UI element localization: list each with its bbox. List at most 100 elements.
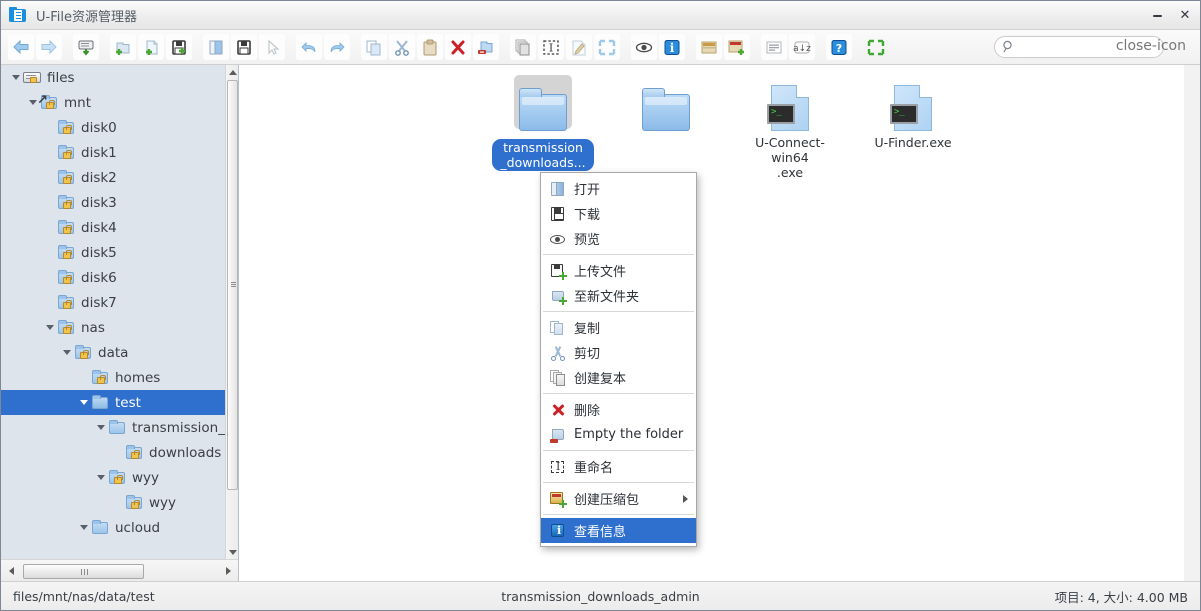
sidebar-vertical-scrollbar[interactable]: [225, 65, 238, 559]
menu-rename[interactable]: 重命名: [541, 454, 696, 479]
new-folder-button[interactable]: [110, 34, 136, 60]
chevron-down-icon[interactable]: [94, 421, 107, 434]
preview-button[interactable]: [631, 34, 657, 60]
new-file-button[interactable]: [138, 34, 164, 60]
menu-duplicate[interactable]: 创建复本: [541, 365, 696, 390]
close-button[interactable]: ✕: [1176, 7, 1194, 25]
tree-item-disk6[interactable]: disk6: [1, 265, 225, 290]
tree-item-nas[interactable]: nas: [1, 315, 225, 340]
tree-item-disk3[interactable]: disk3: [1, 190, 225, 215]
back-button[interactable]: [8, 34, 34, 60]
sort-button[interactable]: a↓z: [789, 34, 815, 60]
file-item-folder-2[interactable]: [611, 73, 721, 135]
menu-download[interactable]: 下载: [541, 201, 696, 226]
folder-lock-icon: [57, 119, 76, 136]
delete-button[interactable]: [445, 34, 471, 60]
folder-lock-icon: [91, 369, 110, 386]
tree-item-disk2[interactable]: disk2: [1, 165, 225, 190]
menu-view-info[interactable]: 查看信息: [541, 518, 696, 543]
menu-delete[interactable]: 删除: [541, 397, 696, 422]
sidebar-horizontal-scrollbar[interactable]: [1, 559, 238, 581]
empty-folder-button[interactable]: [473, 34, 499, 60]
tree-item-downloads[interactable]: downloads: [1, 440, 225, 465]
folder-lock-icon: [57, 169, 76, 186]
paste-button[interactable]: [417, 34, 443, 60]
help-button[interactable]: ?: [826, 34, 852, 60]
scroll-down-icon[interactable]: [226, 545, 238, 559]
menu-to-new-folder[interactable]: 至新文件夹: [541, 283, 696, 308]
tree-item-disk7[interactable]: disk7: [1, 290, 225, 315]
edit-button[interactable]: [566, 34, 592, 60]
menu-open[interactable]: 打开: [541, 176, 696, 201]
minimize-button[interactable]: [1148, 7, 1166, 25]
menu-copy[interactable]: 复制: [541, 315, 696, 340]
horizontal-scroll-thumb[interactable]: [23, 564, 144, 579]
tree-item-disk4[interactable]: disk4: [1, 215, 225, 240]
menu-item-label: 上传文件: [574, 265, 627, 280]
menu-preview[interactable]: 预览: [541, 226, 696, 251]
undo-button[interactable]: [296, 34, 322, 60]
save-button[interactable]: [166, 34, 192, 60]
clear-search-icon[interactable]: close-icon: [1116, 39, 1186, 53]
tree-item-homes[interactable]: homes: [1, 365, 225, 390]
tree-item-disk0[interactable]: disk0: [1, 115, 225, 140]
tree-item-wyy[interactable]: wyy: [1, 465, 225, 490]
folder-lock-icon: [57, 269, 76, 286]
toolbar-group-sort: a↓z: [760, 34, 816, 60]
menu-item-label: 至新文件夹: [574, 290, 640, 305]
chevron-down-icon[interactable]: [94, 471, 107, 484]
rename-button[interactable]: I: [538, 34, 564, 60]
chevron-down-icon[interactable]: [43, 321, 56, 334]
chevron-down-icon[interactable]: [77, 521, 90, 534]
tree-item-disk1[interactable]: disk1: [1, 140, 225, 165]
info-button[interactable]: i: [659, 34, 685, 60]
download-button[interactable]: [231, 34, 257, 60]
menu-upload-file[interactable]: 上传文件: [541, 258, 696, 283]
menu-create-archive[interactable]: 创建压缩包: [541, 486, 696, 511]
mount-button[interactable]: [73, 34, 99, 60]
chevron-down-icon[interactable]: [60, 346, 73, 359]
open-button[interactable]: [203, 34, 229, 60]
cut-button[interactable]: [389, 34, 415, 60]
list-view-button[interactable]: [761, 34, 787, 60]
tree-item-disk5[interactable]: disk5: [1, 240, 225, 265]
menu-item-label: 打开: [574, 183, 601, 198]
toolbar-group-clipboard: [360, 34, 500, 60]
tree-item-wyy[interactable]: wyy: [1, 490, 225, 515]
menu-cut[interactable]: 剪切: [541, 340, 696, 365]
tree-item-mnt[interactable]: ↗ mnt: [1, 90, 225, 115]
create-archive-button[interactable]: [724, 34, 750, 60]
tree-item-files[interactable]: files: [1, 65, 225, 90]
tree-item-ucloud[interactable]: ucloud: [1, 515, 225, 540]
copy-button[interactable]: [361, 34, 387, 60]
file-list-pane[interactable]: transmission_downloads... U-Connect-win6…: [239, 65, 1184, 581]
duplicate-icon: [550, 369, 566, 386]
scroll-up-icon[interactable]: [226, 65, 238, 79]
tree-item-transmission_downloads[interactable]: transmission_downloads: [1, 415, 225, 440]
pointer-button[interactable]: [259, 34, 285, 60]
forward-button[interactable]: [36, 34, 62, 60]
duplicate-button[interactable]: [510, 34, 536, 60]
scroll-right-icon[interactable]: [221, 564, 235, 578]
status-summary: 项目: 4, 大小: 4.00 MB: [1054, 589, 1188, 605]
file-item-folder-selected[interactable]: transmission _downloads...: [488, 73, 598, 171]
folder-icon: [611, 73, 721, 131]
chevron-down-icon[interactable]: [77, 396, 90, 409]
select-all-button[interactable]: [594, 34, 620, 60]
redo-button[interactable]: [324, 34, 350, 60]
tree-item-data[interactable]: data: [1, 340, 225, 365]
chevron-down-icon[interactable]: [9, 71, 22, 84]
archive-button[interactable]: [696, 34, 722, 60]
file-item-u-finder[interactable]: U-Finder.exe: [858, 73, 968, 150]
menu-empty-folder[interactable]: Empty the folder: [541, 422, 696, 447]
menu-item-label: 创建复本: [574, 372, 627, 387]
folder-lock-icon: [74, 344, 93, 361]
scroll-left-icon[interactable]: [4, 564, 18, 578]
tree-item-test[interactable]: test: [1, 390, 225, 415]
fullscreen-button[interactable]: [863, 34, 889, 60]
file-item-u-connect[interactable]: U-Connect-win64.exe: [735, 73, 845, 180]
context-menu[interactable]: 打开下载 预览上传文件至新文件夹复制 剪切创建复本删除 Empty the folde…: [540, 172, 697, 547]
vertical-scroll-thumb[interactable]: [227, 80, 238, 490]
